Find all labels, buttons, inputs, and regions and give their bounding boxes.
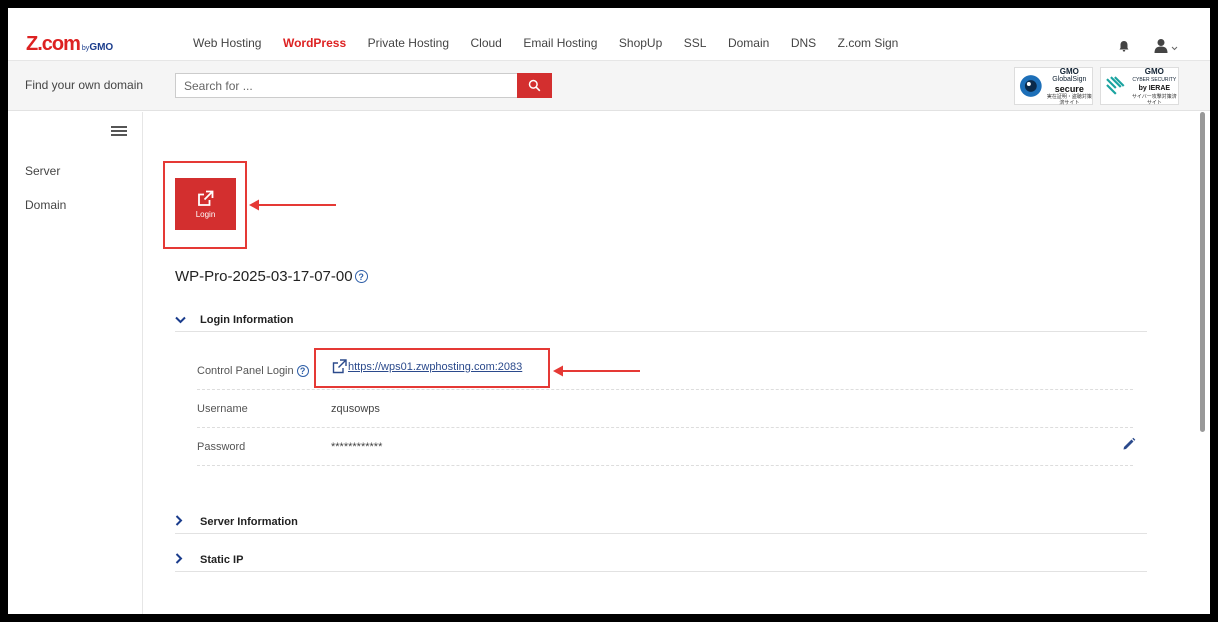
cyber-security-badge[interactable]: GMO CYBER SECURITY by IERAE サイバー攻撃対策済サイト bbox=[1100, 67, 1179, 106]
vertical-scrollbar[interactable] bbox=[1195, 112, 1210, 614]
login-information-title: Login Information bbox=[200, 313, 294, 326]
main-content: Login WP-Pro-2025-03-17-07-00 ? Login In… bbox=[144, 112, 1194, 614]
sidebar-item-server[interactable]: Server bbox=[25, 164, 60, 178]
top-navbar: Z.com by GMO Web Hosting WordPress Priva… bbox=[8, 8, 1210, 61]
nav-zcom-sign[interactable]: Z.com Sign bbox=[838, 36, 899, 50]
nav-dns[interactable]: DNS bbox=[791, 36, 816, 50]
sidebar-item-domain[interactable]: Domain bbox=[25, 198, 66, 212]
external-link-icon bbox=[332, 359, 347, 374]
hamburger-menu-icon[interactable] bbox=[111, 126, 127, 136]
username-label: Username bbox=[197, 403, 248, 415]
main-nav: Web Hosting WordPress Private Hosting Cl… bbox=[193, 36, 920, 50]
chevron-right-icon bbox=[175, 552, 195, 567]
app-window: Z.com by GMO Web Hosting WordPress Priva… bbox=[8, 8, 1210, 614]
external-link-icon bbox=[198, 190, 214, 206]
sidebar: Server Domain bbox=[8, 112, 143, 614]
logo-text: Z.com bbox=[26, 33, 81, 55]
password-value: ************ bbox=[331, 441, 383, 453]
help-icon[interactable]: ? bbox=[354, 270, 368, 283]
search-icon bbox=[528, 79, 541, 92]
password-label: Password bbox=[197, 441, 246, 453]
globalsign-badge[interactable]: GMO GlobalSign secure 実在証明・盗聴対策済サイト bbox=[1014, 67, 1093, 106]
logo-by: by bbox=[81, 45, 90, 52]
badge2-line4: サイバー攻撃対策済サイト bbox=[1131, 93, 1177, 106]
cyber-security-text: GMO CYBER SECURITY by IERAE サイバー攻撃対策済サイト bbox=[1131, 67, 1178, 106]
control-panel-link[interactable]: https://wps01.zwphosting.com:2083 bbox=[332, 359, 522, 374]
badge2-line2: CYBER SECURITY bbox=[1132, 76, 1177, 83]
username-row: Username zqusowps bbox=[197, 390, 1133, 428]
domain-search-bar: Find your own domain GMO GlobalSign secu… bbox=[8, 61, 1210, 111]
login-button-label: Login bbox=[195, 209, 216, 219]
static-ip-title: Static IP bbox=[200, 553, 244, 566]
nav-shopup[interactable]: ShopUp bbox=[619, 36, 662, 50]
server-information-header[interactable]: Server Information bbox=[175, 510, 1147, 534]
user-menu-icon[interactable] bbox=[1153, 38, 1181, 54]
static-ip-header[interactable]: Static IP bbox=[175, 548, 1147, 572]
nav-web-hosting[interactable]: Web Hosting bbox=[193, 36, 261, 50]
nav-domain[interactable]: Domain bbox=[728, 36, 769, 50]
server-information-title: Server Information bbox=[200, 515, 298, 528]
control-panel-url: https://wps01.zwphosting.com:2083 bbox=[348, 360, 523, 373]
ierae-logo-icon bbox=[1106, 76, 1125, 95]
search-button[interactable] bbox=[517, 73, 552, 98]
login-button[interactable]: Login bbox=[175, 178, 236, 230]
globalsign-text: GMO GlobalSign secure 実在証明・盗聴対策済サイト bbox=[1047, 67, 1092, 106]
badge2-line3: by IERAE bbox=[1138, 84, 1171, 92]
badge1-line3: secure bbox=[1054, 83, 1084, 94]
nav-email-hosting[interactable]: Email Hosting bbox=[523, 36, 597, 50]
badge1-line2: GlobalSign bbox=[1052, 75, 1087, 83]
control-panel-label: Control Panel Login bbox=[197, 365, 294, 377]
badge1-line4: 実在証明・盗聴対策済サイト bbox=[1046, 93, 1092, 106]
zcom-logo[interactable]: Z.com by GMO bbox=[26, 33, 114, 55]
domain-search-input[interactable] bbox=[175, 73, 518, 98]
chevron-right-icon bbox=[175, 514, 195, 529]
find-domain-label: Find your own domain bbox=[25, 78, 144, 92]
edit-pencil-icon[interactable] bbox=[1122, 437, 1136, 451]
nav-ssl[interactable]: SSL bbox=[684, 36, 707, 50]
badge1-line1: GMO bbox=[1059, 66, 1079, 76]
nav-wordpress[interactable]: WordPress bbox=[283, 36, 346, 50]
annotation-arrow-login bbox=[249, 199, 336, 211]
badge2-line1: GMO bbox=[1144, 66, 1164, 76]
logo-gmo: GMO bbox=[89, 42, 114, 53]
help-icon[interactable]: ? bbox=[296, 365, 309, 377]
nav-cloud[interactable]: Cloud bbox=[471, 36, 502, 50]
site-name: WP-Pro-2025-03-17-07-00 bbox=[175, 268, 353, 285]
annotation-arrow-url bbox=[553, 365, 640, 377]
control-panel-key: Control Panel Login ? bbox=[197, 365, 309, 377]
password-row: Password ************ bbox=[197, 428, 1133, 466]
globalsign-eye-icon bbox=[1019, 75, 1042, 97]
nav-private-hosting[interactable]: Private Hosting bbox=[368, 36, 449, 50]
login-information-header[interactable]: Login Information bbox=[175, 308, 1147, 332]
page-title: WP-Pro-2025-03-17-07-00 ? bbox=[175, 268, 368, 285]
scrollbar-thumb[interactable] bbox=[1200, 112, 1205, 432]
bell-icon[interactable] bbox=[1118, 40, 1130, 52]
chevron-down-icon bbox=[175, 313, 195, 327]
username-value: zqusowps bbox=[331, 403, 380, 415]
